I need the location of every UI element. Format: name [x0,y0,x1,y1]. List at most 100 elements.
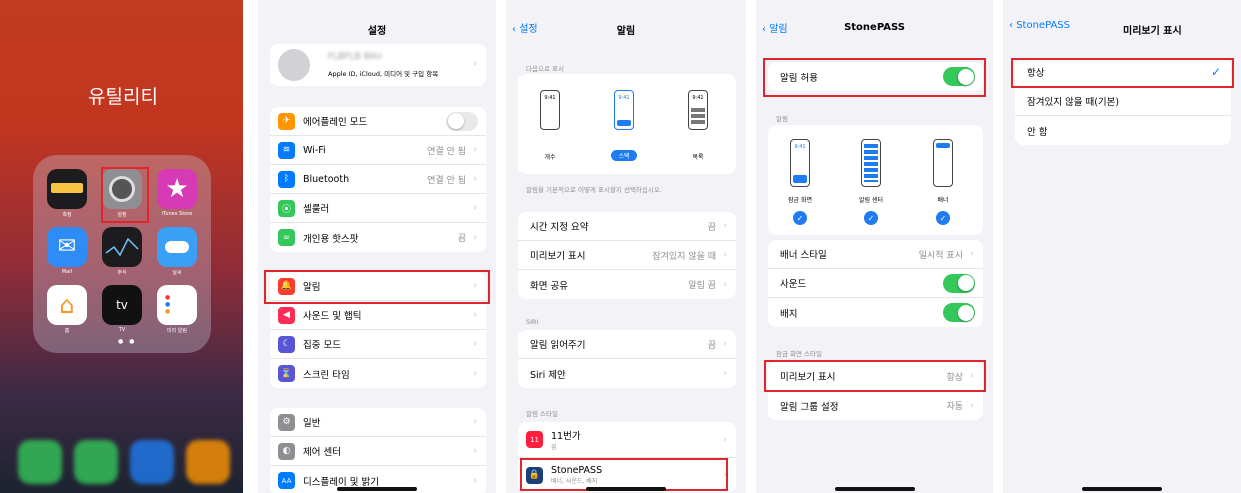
count-style-phone[interactable]: 9:41 [540,90,560,130]
phone-time: 9:41 [618,95,630,101]
row-label: 사운드 [780,279,807,290]
settings-item-control-center[interactable]: ◐ 제어 센터 › [270,437,486,466]
itunes-store-icon[interactable]: ★ [157,169,197,209]
chevron-right-icon: › [970,249,974,259]
row-value: 연결 안 됨 [427,175,466,186]
row-label: 사운드 및 햅틱 [303,311,362,322]
screen-sharing-row[interactable]: 화면 공유 알림 끔 › [518,270,736,299]
row-value: 끔 [707,222,716,233]
general-group: ⚙ 일반 › ◐ 제어 센터 › AA 디스플레이 및 밝기 › [270,408,486,493]
chevron-right-icon: › [473,368,477,379]
settings-item-wifi[interactable]: ≋ Wi-Fi 연결 안 됨 › [270,136,486,165]
banner-phone[interactable] [933,139,953,187]
stocks-app-icon[interactable] [102,227,142,267]
music-icon[interactable] [186,440,230,484]
section-header: SIRI [526,318,539,326]
home-indicator [834,487,915,491]
row-label: 시간 지정 요약 [530,222,589,233]
messages-icon[interactable] [74,440,118,484]
row-label: 배지 [780,308,798,320]
safari-icon[interactable] [130,440,174,484]
phone-time: 9:41 [544,95,556,101]
settings-item-general[interactable]: ⚙ 일반 › [270,408,486,437]
app-label: iTunes Store [161,211,193,217]
sounds-row[interactable]: 사운드 [768,269,983,298]
tv-logo-text: tv [116,298,128,312]
row-value: 끔 [457,234,466,244]
app-label: 측정 [62,212,72,218]
row-value: 일시적 표시 [918,250,963,261]
row-label: Siri 제안 [530,369,566,381]
list-style-phone[interactable]: 9:41 [688,90,708,130]
chevron-right-icon: › [473,145,477,155]
stack-style-phone[interactable]: 9:41 [614,90,634,130]
notification-grouping-row[interactable]: 알림 그룹 설정 자동 › [768,391,983,420]
app-name: 11번가 [551,431,581,442]
banner-style-row[interactable]: 배너 스타일 일시적 표시 › [768,240,983,269]
option-never[interactable]: 안 함 [1015,116,1231,145]
options-group: 시간 지정 요약 끔 › 미리보기 표시 잠겨있지 않을 때 › 화면 공유 알림 끔 › [518,212,736,299]
siri-group: 알림 읽어주기 끔 › Siri 제안 › [518,330,736,388]
phone-icon[interactable] [18,440,62,484]
chevron-right-icon: › [473,59,477,69]
row-value: 끔 [707,340,716,351]
settings-item-hotspot[interactable]: ∞ 개인용 핫스팟 끔 › [270,223,486,252]
scheduled-summary-row[interactable]: 시간 지정 요약 끔 › [518,212,736,241]
settings-item-bluetooth[interactable]: ᛒ Bluetooth 연결 안 됨 › [270,165,486,194]
show-previews-row[interactable]: 미리보기 표시 잠겨있지 않을 때 › [518,241,736,270]
row-label: 에어플레인 모드 [303,117,368,128]
settings-item-screen-time[interactable]: ⌛ 스크린 타임 › [270,359,486,388]
tv-app-icon[interactable]: tv [102,285,142,325]
settings-item-sounds[interactable]: ◀ 사운드 및 햅틱 › [270,301,486,330]
bluetooth-icon: ᛒ [278,170,295,188]
reminders-app-icon[interactable]: ● ● ● [157,285,197,325]
airplane-toggle[interactable] [446,111,478,131]
position-label: 배너 [937,197,949,204]
option-when-unlocked[interactable]: 잠겨있지 않을 때(기본) [1015,87,1231,116]
home-screen: 유틸리티 ★ 측정 설정 iTunes Store ✉ Mail 주식 날씨 ⌂… [0,0,243,493]
mail-app-icon[interactable]: ✉ [47,227,87,267]
sounds-toggle[interactable] [943,273,975,293]
checkmark-icon[interactable]: ✓ [936,211,950,225]
airplane-icon: ✈ [278,112,295,130]
row-value: 연결 안 됨 [427,146,466,157]
row-label: 알림 읽어주기 [530,340,586,351]
chevron-right-icon: › [473,417,477,427]
option-label: 안 함 [1027,126,1048,138]
connectivity-group: ✈ 에어플레인 모드 ≋ Wi-Fi 연결 안 됨 › ᛒ Bluetooth 연결 안 됨… [270,107,486,252]
badges-row[interactable]: 배지 [768,298,983,327]
speaker-icon: ◀ [278,306,295,324]
notification-center-phone[interactable] [861,139,881,187]
row-label: 집중 모드 [303,340,341,351]
back-button[interactable]: ‹ StonePASS [1009,20,1070,31]
announce-notifications-row[interactable]: 알림 읽어주기 끔 › [518,330,736,359]
app-label: TV [118,327,126,333]
checkmark-icon[interactable]: ✓ [864,211,878,225]
siri-suggestions-row[interactable]: Siri 제안 › [518,359,736,388]
row-value: 알림 끔 [688,281,716,291]
settings-item-airplane[interactable]: ✈ 에어플레인 모드 [270,107,486,136]
chevron-right-icon: › [473,475,477,486]
lock-screen-phone[interactable]: 9:41 [790,139,810,187]
weather-app-icon[interactable] [157,227,197,267]
page-title: 설정 [367,26,387,37]
row-label: 배너 스타일 [780,250,827,261]
position-label: 잠금 화면 [788,197,812,204]
app-row-11st[interactable]: 11 11번가 끔 › [518,422,736,458]
style-label: 목록 [692,154,704,161]
home-app-icon[interactable]: ⌂ [47,285,87,325]
chevron-right-icon: › [473,446,477,456]
row-label: 미리보기 표시 [530,251,586,262]
account-row[interactable]: FLBFLB BIIU Apple ID, iCloud, 미디어 및 구입 항… [270,44,486,86]
back-label: StonePASS [1016,20,1070,31]
row-label: Wi-Fi [303,144,326,156]
app-label: 주식 [117,270,127,276]
account-subtitle: Apple ID, iCloud, 미디어 및 구입 항목 [328,70,439,78]
settings-item-focus[interactable]: ☾ 집중 모드 › [270,330,486,359]
badges-toggle[interactable] [943,303,975,322]
highlight-box [264,270,490,304]
measure-app-icon[interactable] [47,169,87,209]
settings-item-cellular[interactable]: ⦿ 셀룰러 › [270,194,486,223]
home-indicator [337,487,417,491]
checkmark-icon[interactable]: ✓ [793,211,807,225]
